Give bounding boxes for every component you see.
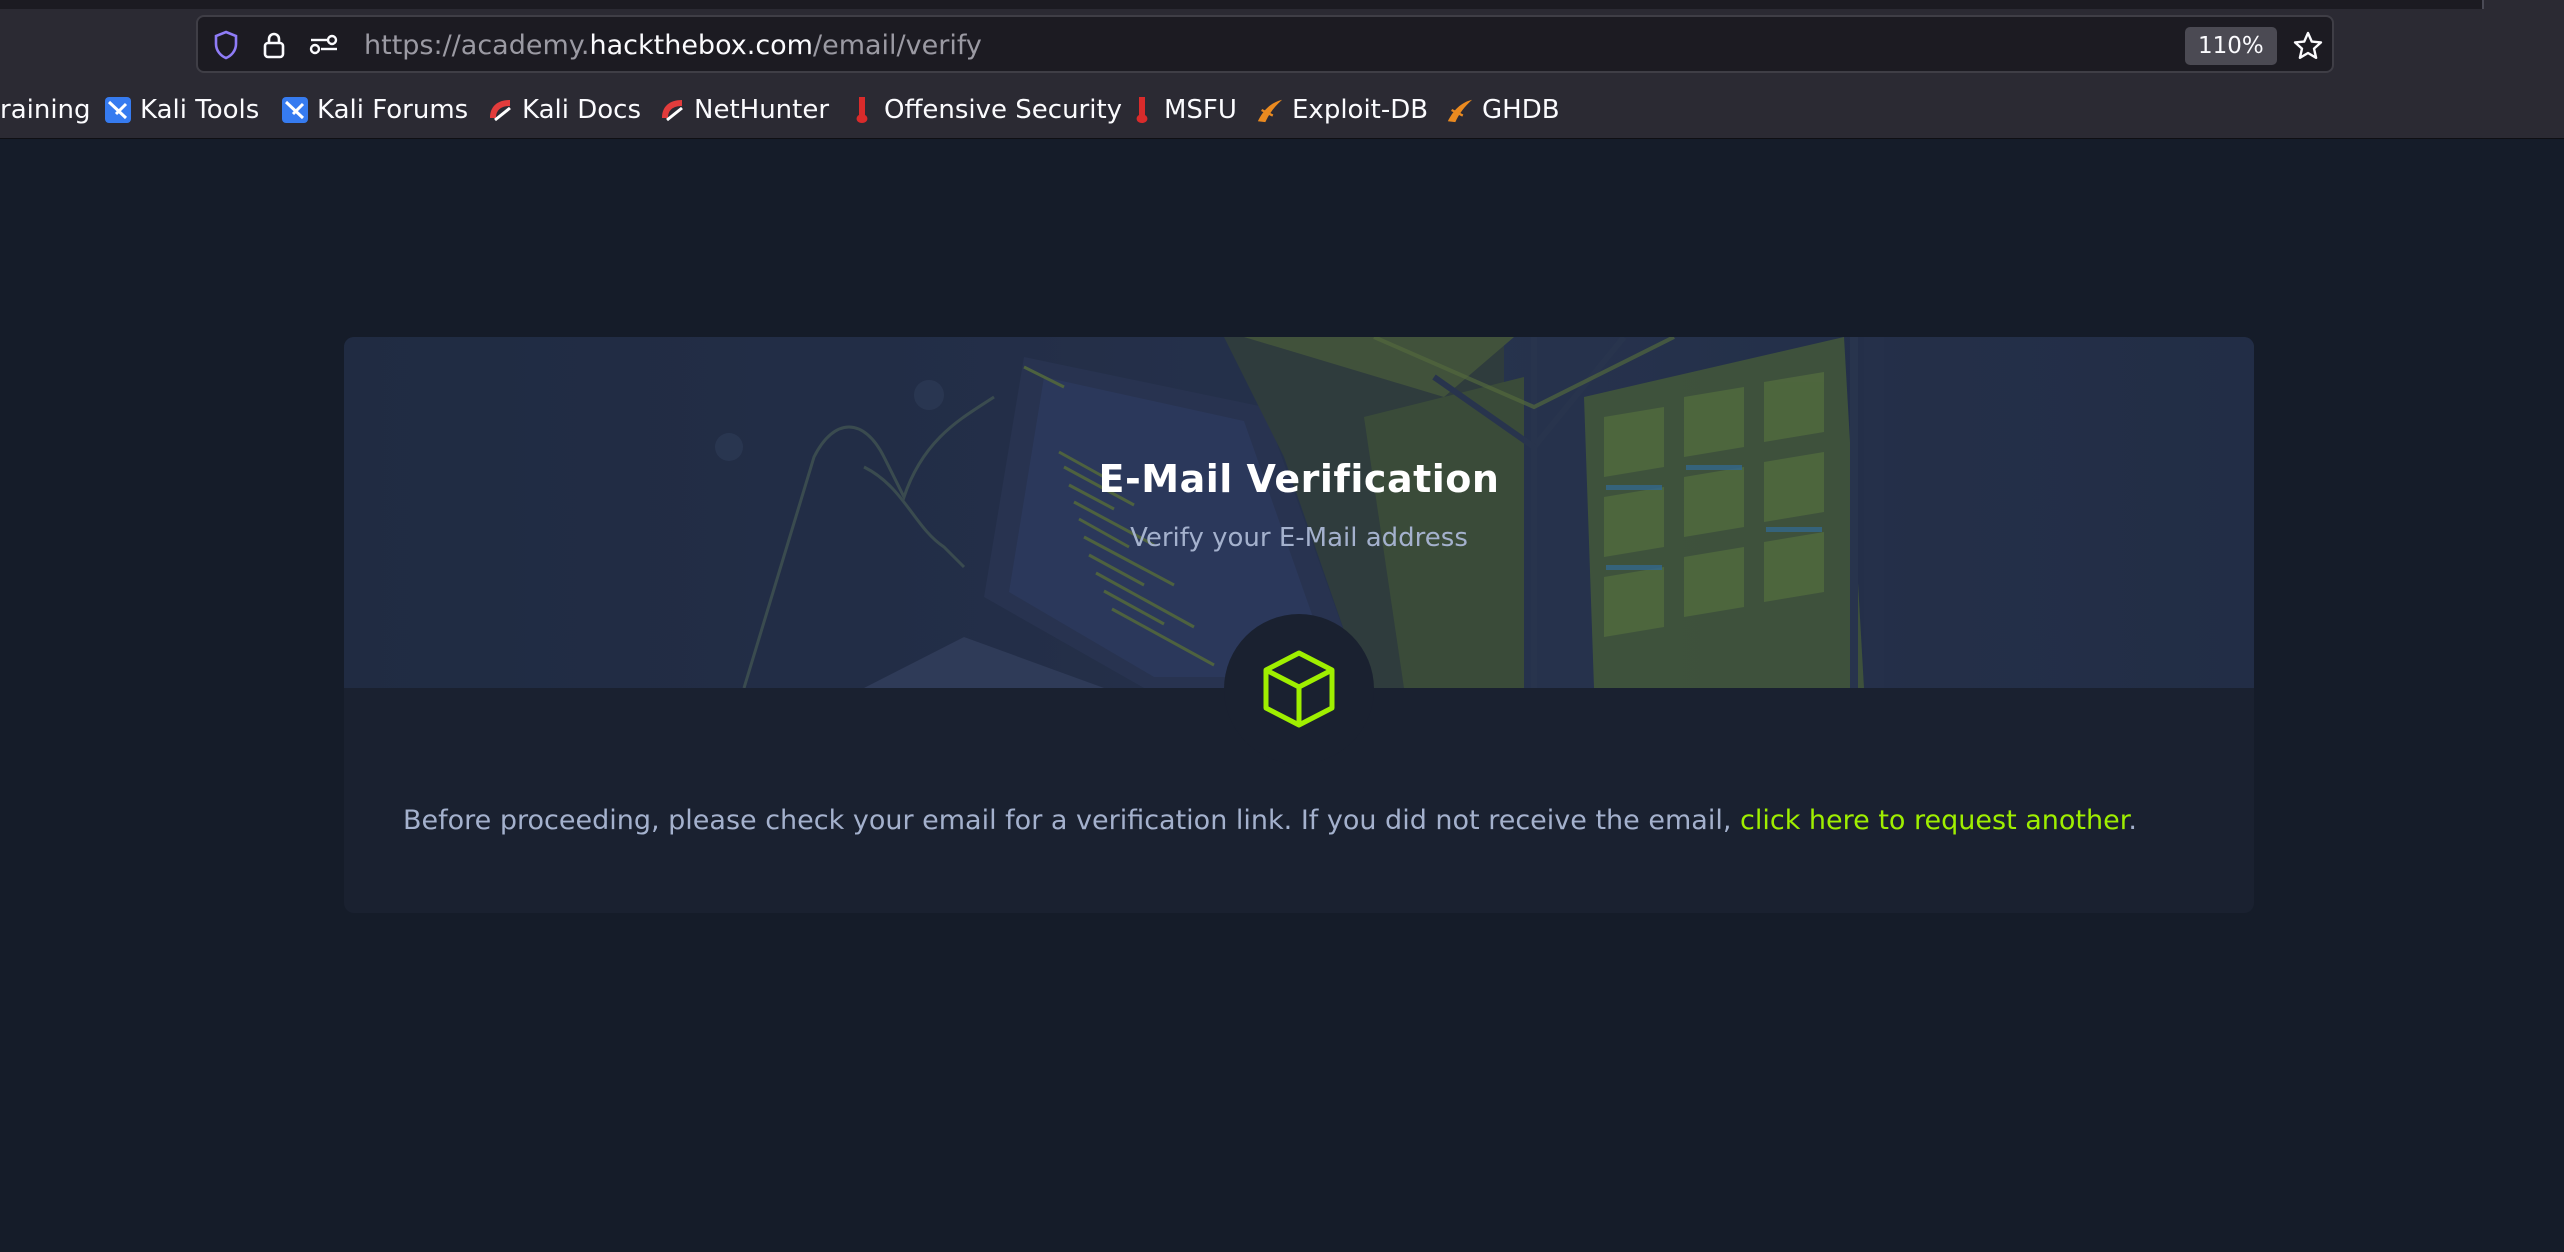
bookmark-label: Offensive Security — [884, 95, 1123, 125]
bookmark-kali-tools[interactable]: Kali Tools — [104, 88, 259, 132]
page-title: E-Mail Verification — [1098, 457, 1500, 501]
tab-strip — [0, 0, 2564, 9]
cube-badge — [1224, 614, 1374, 764]
bookmark-label: GHDB — [1482, 95, 1560, 125]
browser-chrome: https://academy.hackthebox.com/email/ver… — [0, 0, 2564, 139]
kali-dragon-icon — [281, 96, 309, 124]
address-bar[interactable]: https://academy.hackthebox.com/email/ver… — [196, 15, 2334, 73]
verification-message: Before proceeding, please check your ema… — [403, 805, 2223, 836]
cube-icon — [1263, 650, 1335, 728]
bookmark-label: Kali Tools — [140, 95, 260, 125]
url-prefix: https://academy. — [364, 30, 590, 61]
offsec-icon — [848, 96, 876, 124]
bookmark-training[interactable]: raining — [0, 88, 91, 132]
page-subtitle: Verify your E-Mail address — [1130, 523, 1468, 553]
site-permissions-icon[interactable] — [308, 29, 340, 61]
bookmarks-toolbar: raining Kali Tools Kali Forums Kali Docs… — [0, 88, 2564, 132]
tracking-protection-shield-icon[interactable] — [210, 29, 242, 61]
bookmark-label: MSFU — [1164, 95, 1237, 125]
bookmark-offensive-security[interactable]: Offensive Security — [848, 88, 1122, 132]
bookmark-label: Exploit-DB — [1292, 95, 1429, 125]
page-content: E-Mail Verification Verify your E-Mail a… — [0, 140, 2564, 1252]
bookmark-label: raining — [0, 95, 91, 125]
bookmark-kali-forums[interactable]: Kali Forums — [281, 88, 468, 132]
bookmark-label: NetHunter — [694, 95, 830, 125]
bookmark-kali-docs[interactable]: Kali Docs — [486, 88, 641, 132]
bookmark-exploit-db[interactable]: Exploit-DB — [1256, 88, 1428, 132]
kali-docs-icon — [658, 96, 686, 124]
exploit-db-icon — [1446, 96, 1474, 124]
bookmark-label: Kali Docs — [522, 95, 642, 125]
url-host: hackthebox.com — [589, 30, 813, 61]
lock-icon[interactable] — [258, 29, 290, 61]
url-text[interactable]: https://academy.hackthebox.com/email/ver… — [364, 28, 982, 64]
resend-verification-link[interactable]: click here to request another — [1740, 805, 2128, 836]
url-path: /email/verify — [813, 30, 982, 61]
bookmark-label: Kali Forums — [317, 95, 469, 125]
message-end: . — [2128, 805, 2137, 836]
zoom-level-button[interactable]: 110% — [2185, 27, 2277, 65]
bookmark-msfu[interactable]: MSFU — [1128, 88, 1237, 132]
exploit-db-icon — [1256, 96, 1284, 124]
message-text: Before proceeding, please check your ema… — [403, 805, 1740, 836]
tab-edge[interactable] — [2482, 0, 2564, 9]
kali-docs-icon — [486, 96, 514, 124]
kali-dragon-icon — [104, 96, 132, 124]
verification-card: E-Mail Verification Verify your E-Mail a… — [344, 337, 2254, 913]
offsec-icon — [1128, 96, 1156, 124]
bookmark-ghdb[interactable]: GHDB — [1446, 88, 1560, 132]
bookmark-star-icon[interactable] — [2288, 27, 2328, 65]
bookmark-nethunter[interactable]: NetHunter — [658, 88, 829, 132]
